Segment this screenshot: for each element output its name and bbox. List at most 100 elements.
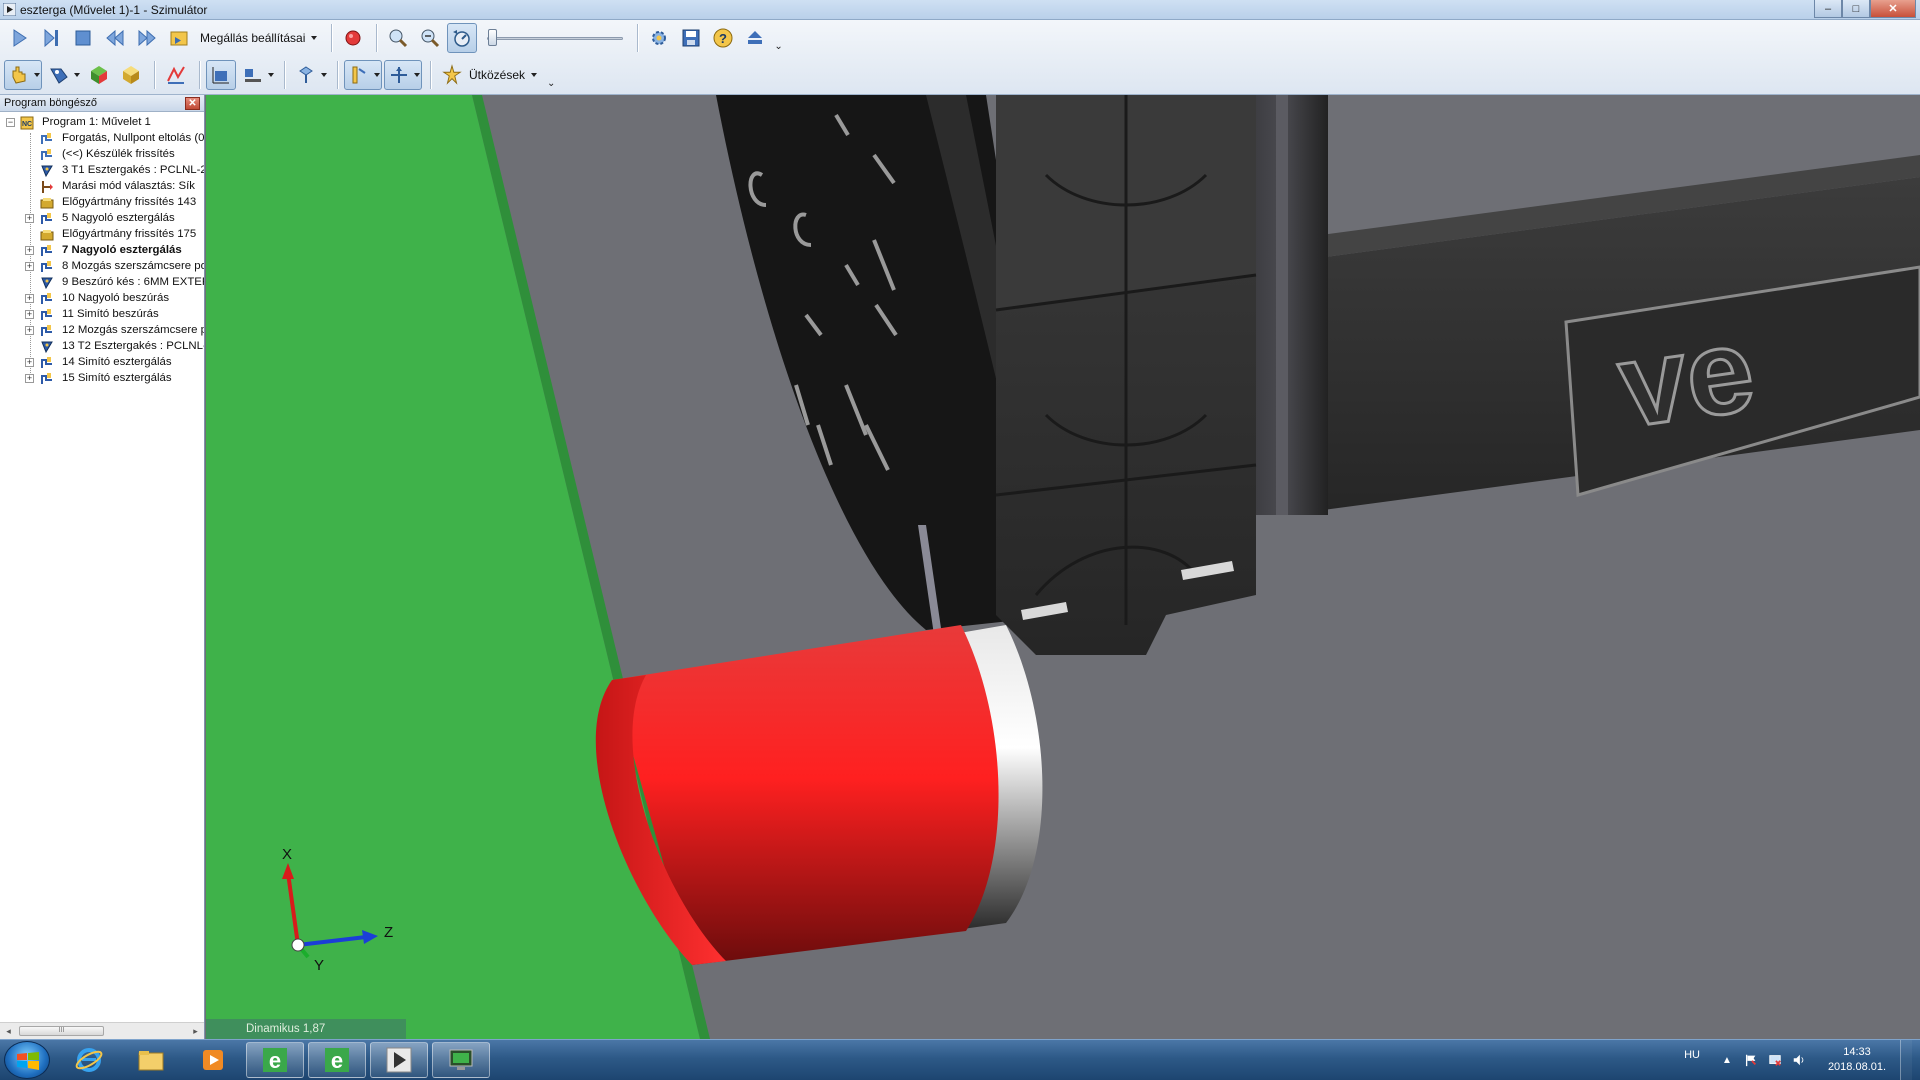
- taskbar-file-explorer[interactable]: [122, 1042, 180, 1078]
- taskbar-simulator-app[interactable]: [432, 1042, 490, 1078]
- toolbar-overflow-icon[interactable]: ⌄: [547, 78, 555, 89]
- tree-item[interactable]: Marási mód választás: Sík: [0, 179, 204, 195]
- camera-view-button[interactable]: [291, 60, 329, 90]
- scrollbar-thumb[interactable]: III: [19, 1026, 104, 1036]
- fast-forward-button[interactable]: [132, 23, 162, 53]
- stop-settings-icon-button[interactable]: [164, 23, 194, 53]
- toolbar-overflow-icon[interactable]: ⌄: [774, 41, 782, 52]
- taskbar-media-player[interactable]: [184, 1042, 242, 1078]
- tree-item[interactable]: +10 Nagyoló beszúrás: [0, 291, 204, 307]
- language-indicator[interactable]: HU: [1684, 1049, 1700, 1061]
- taskbar-edge-browser-2[interactable]: e: [308, 1042, 366, 1078]
- tree-item[interactable]: +8 Mozgás szerszámcsere poz: [0, 259, 204, 275]
- internet-explorer-icon: [75, 1048, 103, 1072]
- expand-icon[interactable]: +: [25, 294, 34, 303]
- select-tool-button[interactable]: [4, 60, 42, 90]
- tree-item[interactable]: +7 Nagyoló esztergálás: [0, 243, 204, 259]
- system-tray: HU ▲ 14:33 2018.08.01.: [1684, 1040, 1912, 1080]
- record-button[interactable]: [338, 23, 368, 53]
- scroll-right-icon[interactable]: ▸: [187, 1023, 204, 1039]
- show-hidden-icons-icon[interactable]: ▲: [1718, 1051, 1736, 1069]
- save-button[interactable]: [676, 23, 706, 53]
- caliper-icon: [352, 66, 366, 84]
- simulation-viewport[interactable]: ve X Z Y Dinamikus 1,87: [206, 95, 1920, 1039]
- expand-icon[interactable]: +: [25, 374, 34, 383]
- collisions-dropdown[interactable]: Ütközések: [437, 61, 541, 89]
- machine-view-button[interactable]: [206, 60, 236, 90]
- panel-close-button[interactable]: ✕: [185, 97, 200, 110]
- expand-icon[interactable]: +: [25, 246, 34, 255]
- tree-item[interactable]: +15 Simító esztergálás: [0, 371, 204, 387]
- network-icon[interactable]: [1766, 1051, 1784, 1069]
- stock-update-icon: [40, 230, 54, 241]
- taskbar-internet-explorer[interactable]: [60, 1042, 118, 1078]
- panel-horizontal-scrollbar[interactable]: ◂ III ▸: [0, 1022, 204, 1039]
- minimize-button[interactable]: –: [1814, 0, 1842, 18]
- toolpath-view-button[interactable]: [161, 60, 191, 90]
- speed-slider-thumb[interactable]: [488, 29, 498, 46]
- fast-forward-icon: [138, 29, 156, 47]
- windows-logo-icon: [17, 1052, 39, 1070]
- help-button[interactable]: ?: [708, 23, 738, 53]
- show-desktop-button[interactable]: [1900, 1040, 1912, 1080]
- expand-icon[interactable]: +: [25, 262, 34, 271]
- stop-button[interactable]: [68, 23, 98, 53]
- chevron-down-icon: [531, 73, 538, 77]
- collapse-icon[interactable]: −: [6, 118, 15, 127]
- speed-mode-button[interactable]: [447, 23, 478, 53]
- tree-item-label: 5 Nagyoló esztergálás: [62, 212, 175, 224]
- tree-item[interactable]: 13 T2 Esztergakés : PCLNL-2: [0, 339, 204, 355]
- maximize-button[interactable]: □: [1842, 0, 1870, 18]
- measure-button[interactable]: [344, 60, 382, 90]
- tree-item[interactable]: Előgyártmány frissítés 175: [0, 227, 204, 243]
- taskbar-video-player[interactable]: [370, 1042, 428, 1078]
- play-triangle-icon: [386, 1047, 412, 1073]
- simulator-window: eszterga (Művelet 1)-1 - Szimulátor – □ …: [0, 0, 1920, 1080]
- windows-taskbar: e e HU ▲ 14:33 2018.08.01.: [0, 1039, 1920, 1080]
- speed-slider[interactable]: [485, 27, 625, 49]
- close-button[interactable]: ✕: [1870, 0, 1916, 18]
- tree-item[interactable]: − NC Program 1: Művelet 1: [0, 115, 204, 131]
- action-center-flag-icon[interactable]: [1742, 1051, 1760, 1069]
- taskbar-edge-browser-1[interactable]: e: [246, 1042, 304, 1078]
- clock[interactable]: 14:33 2018.08.01.: [1822, 1045, 1892, 1075]
- expand-icon[interactable]: +: [25, 214, 34, 223]
- expand-icon[interactable]: +: [25, 310, 34, 319]
- play-button[interactable]: [4, 23, 34, 53]
- machine-options-button[interactable]: [238, 60, 276, 90]
- tool-display-icon: [49, 68, 68, 84]
- toolbar-separator: [337, 61, 338, 89]
- scroll-left-icon[interactable]: ◂: [0, 1023, 17, 1039]
- tree-item[interactable]: 3 T1 Esztergakés : PCLNL-25: [0, 163, 204, 179]
- section-view-button[interactable]: [384, 60, 422, 90]
- simulation-settings-button[interactable]: [644, 23, 674, 53]
- rewind-button[interactable]: [100, 23, 130, 53]
- tree-item[interactable]: Forgatás, Nullpont eltolás (0, 0: [0, 131, 204, 147]
- tree-item[interactable]: Előgyártmány frissítés 143: [0, 195, 204, 211]
- part-view-button[interactable]: [116, 60, 146, 90]
- volume-icon[interactable]: [1790, 1051, 1808, 1069]
- toolpath-icon: [167, 66, 185, 84]
- step-button[interactable]: [36, 23, 66, 53]
- eject-exit-button[interactable]: [740, 23, 770, 53]
- stop-settings-label: Megállás beállításai: [200, 31, 306, 45]
- logo-text: ve: [1611, 302, 1762, 453]
- tree-item[interactable]: +12 Mozgás szerszámcsere po: [0, 323, 204, 339]
- expand-icon[interactable]: +: [25, 358, 34, 367]
- tool-view-button[interactable]: [44, 60, 82, 90]
- stop-settings-dropdown[interactable]: Megállás beállításai: [196, 24, 321, 52]
- expand-icon[interactable]: +: [25, 326, 34, 335]
- chevron-down-icon: [311, 36, 318, 40]
- stock-view-button[interactable]: [84, 60, 114, 90]
- tree-item-label: 11 Simító beszúrás: [62, 308, 159, 320]
- tree-item[interactable]: +5 Nagyoló esztergálás: [0, 211, 204, 227]
- start-button[interactable]: [4, 1041, 50, 1079]
- zoom-fit-button[interactable]: [415, 23, 445, 53]
- zoom-button[interactable]: [383, 23, 413, 53]
- tree-item[interactable]: +11 Simító beszúrás: [0, 307, 204, 323]
- rough-grooving-icon: [41, 293, 52, 304]
- tree-item[interactable]: +14 Simító esztergálás: [0, 355, 204, 371]
- media-player-icon: [203, 1050, 223, 1070]
- tree-item[interactable]: (<<) Készülék frissítés: [0, 147, 204, 163]
- tree-item[interactable]: 9 Beszúró kés : 6MM EXTER: [0, 275, 204, 291]
